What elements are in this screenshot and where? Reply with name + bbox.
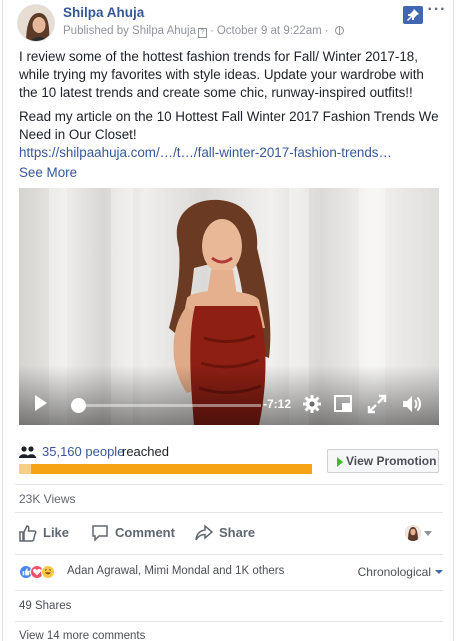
people-icon [19, 446, 36, 458]
viewer-avatar[interactable] [405, 525, 421, 541]
more-options-button[interactable]: ··· [427, 2, 447, 22]
divider [15, 512, 443, 513]
author-name[interactable]: Shilpa Ahuja [63, 5, 144, 20]
comment-icon [92, 525, 108, 542]
comment-button[interactable]: Comment [91, 522, 181, 544]
post-paragraph-1: I review some of the hottest fashion tre… [19, 49, 424, 100]
time-remaining: -7:12 [263, 397, 292, 411]
post-paragraph-2: Read my article on the 10 Hottest Fall W… [19, 108, 443, 182]
author-avatar[interactable] [17, 4, 55, 42]
like-button[interactable]: Like [19, 522, 79, 544]
play-icon[interactable] [35, 395, 47, 411]
comment-order-label: Chronological [357, 565, 431, 579]
pin-icon [407, 9, 419, 21]
reaction-names[interactable]: Adan Agrawal, Mimi Mondal and 1K others [67, 565, 284, 577]
view-count[interactable]: 23K Views [19, 492, 75, 506]
reach-bar [19, 464, 312, 474]
divider [15, 484, 443, 485]
gear-icon[interactable] [302, 394, 322, 414]
post-meta: Published by Shilpa Ahuja? · October 9 at … [63, 25, 344, 38]
promotion-arrow-icon [337, 457, 343, 467]
view-promotion-button[interactable]: View Promotion [327, 449, 439, 473]
pin-button[interactable] [403, 6, 423, 24]
help-icon[interactable]: ? [198, 28, 207, 38]
reach-count[interactable]: 35,160 people [42, 444, 124, 459]
action-bar: Like Comment Share [19, 522, 443, 546]
comment-label: Comment [115, 525, 175, 540]
post-paragraph-2-text: Read my article on the 10 Hottest Fall W… [19, 109, 439, 142]
comment-order-dropdown[interactable]: Chronological [358, 565, 443, 579]
view-more-comments[interactable]: View 14 more comments [19, 630, 145, 641]
divider [15, 554, 443, 555]
video-player[interactable]: -7:12 [19, 188, 439, 425]
picture-in-picture-icon[interactable] [334, 395, 352, 412]
fullscreen-icon[interactable] [367, 394, 387, 414]
reach-section: 35,160 people reached View Promotion [19, 444, 443, 476]
divider [15, 621, 443, 622]
share-label: Share [219, 525, 256, 540]
share-button[interactable]: Share [195, 522, 265, 544]
share-count[interactable]: 49 Shares [19, 600, 71, 612]
chevron-down-icon[interactable] [424, 531, 432, 536]
seek-knob[interactable] [70, 398, 86, 413]
post-body: I review some of the hottest fashion tre… [19, 48, 443, 188]
video-controls: -7:12 [19, 385, 439, 425]
globe-icon[interactable] [334, 26, 344, 35]
post-card: Shilpa Ahuja Published by Shilpa Ahuja? ·… [2, 0, 454, 641]
seek-bar[interactable] [75, 404, 261, 407]
meta-separator: · [324, 25, 329, 37]
reactions-summary: Adan Agrawal, Mimi Mondal and 1K others … [19, 564, 443, 582]
chevron-down-icon [435, 570, 443, 574]
like-label: Like [43, 525, 70, 540]
article-link[interactable]: https://shilpaahuja.com/…/t…/fall-winter… [19, 144, 443, 162]
published-by[interactable]: Published by Shilpa Ahuja [63, 25, 196, 37]
divider [15, 590, 443, 591]
reach-label: reached [122, 444, 169, 459]
post-header: Shilpa Ahuja Published by Shilpa Ahuja? ·… [17, 2, 445, 44]
share-icon [195, 524, 213, 541]
view-promotion-label: View Promotion [346, 454, 437, 468]
meta-separator: · [210, 25, 214, 37]
post-date[interactable]: October 9 at 9:22am [217, 25, 322, 37]
volume-icon[interactable] [401, 394, 423, 414]
haha-reaction-icon[interactable] [41, 565, 55, 579]
reach-organic-fill [19, 464, 31, 474]
see-more-link[interactable]: See More [19, 164, 443, 182]
thumbs-up-icon [19, 525, 37, 542]
